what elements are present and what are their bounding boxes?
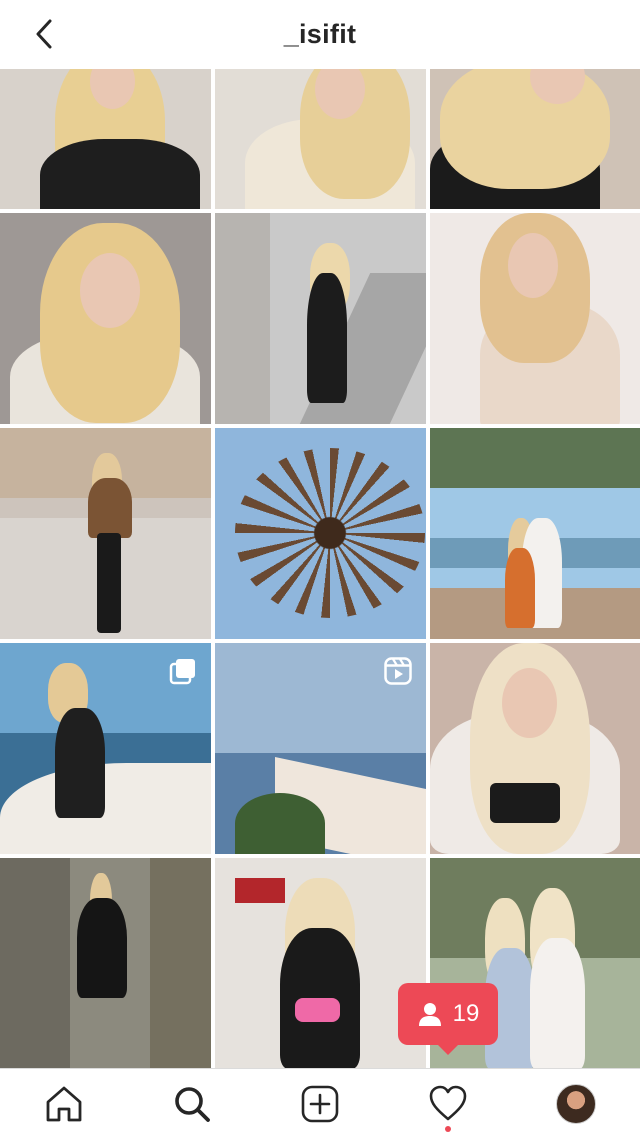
grid-post[interactable]	[430, 643, 640, 854]
grid-post[interactable]	[430, 213, 640, 424]
back-arrow-icon[interactable]	[30, 18, 60, 50]
bottom-navigation	[0, 1068, 640, 1139]
person-icon	[418, 1003, 441, 1026]
nav-activity[interactable]	[418, 1074, 478, 1134]
grid-post[interactable]	[215, 858, 426, 1069]
nav-home[interactable]	[34, 1074, 94, 1134]
grid-post[interactable]	[0, 858, 211, 1069]
grid-post[interactable]	[0, 643, 211, 854]
grid-post[interactable]	[215, 213, 426, 424]
top-bar: _isifit	[0, 0, 640, 68]
grid-post[interactable]	[215, 643, 426, 854]
grid-post[interactable]	[430, 428, 640, 639]
profile-username-title: _isifit	[283, 18, 357, 49]
search-icon	[175, 1087, 210, 1122]
nav-new-post[interactable]	[290, 1074, 350, 1134]
activity-notification-dot	[445, 1126, 451, 1132]
reel-icon	[384, 657, 412, 685]
activity-notification-toast[interactable]: 19	[398, 983, 498, 1055]
activity-heart-icon	[429, 1085, 467, 1121]
home-icon	[46, 1086, 82, 1122]
grid-post[interactable]	[215, 428, 426, 639]
new-post-icon	[301, 1085, 339, 1123]
carousel-icon	[169, 659, 195, 685]
grid-post[interactable]	[0, 69, 211, 209]
nav-profile[interactable]	[546, 1074, 606, 1134]
grid-post[interactable]	[0, 428, 211, 639]
post-grid	[0, 69, 640, 1069]
grid-post[interactable]	[215, 69, 426, 209]
new-followers-count: 19	[452, 1000, 480, 1027]
nav-search[interactable]	[162, 1074, 222, 1134]
grid-post[interactable]	[430, 69, 640, 209]
profile-avatar	[556, 1084, 596, 1124]
grid-post[interactable]	[0, 213, 211, 424]
